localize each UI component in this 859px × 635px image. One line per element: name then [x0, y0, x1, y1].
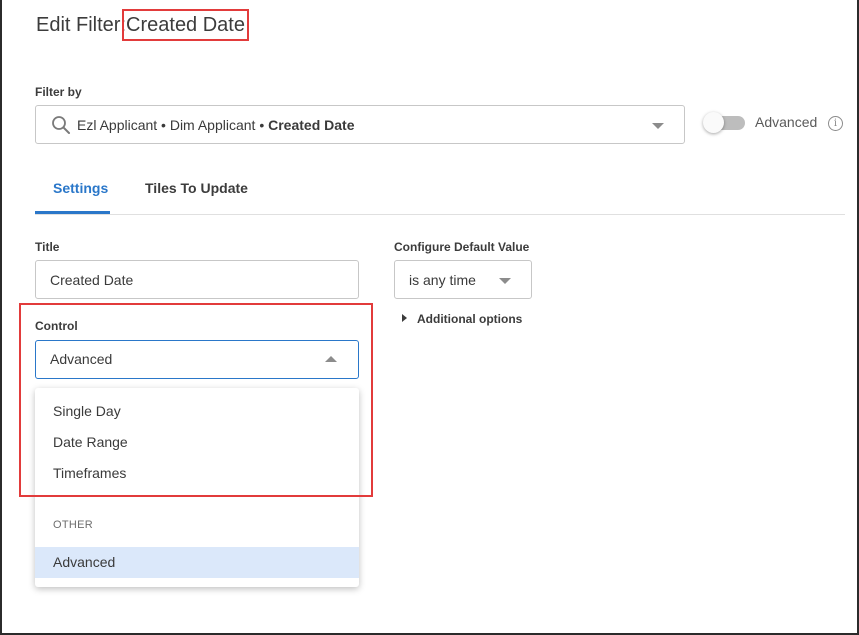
title-input[interactable]: Created Date — [35, 260, 359, 299]
dropdown-option-date-range[interactable]: Date Range — [35, 427, 359, 458]
additional-options-label: Additional options — [417, 312, 523, 326]
page-title-prefix: Edit Filter: — [36, 14, 127, 36]
control-label: Control — [35, 319, 78, 333]
toggle-knob — [703, 112, 724, 133]
filter-by-select[interactable]: Ezl Applicant • Dim Applicant • Created … — [35, 105, 685, 144]
filter-by-label: Filter by — [35, 85, 82, 99]
filter-by-path: Ezl Applicant • Dim Applicant • — [77, 117, 269, 133]
dropdown-group-label: OTHER — [53, 519, 93, 531]
tab-settings[interactable]: Settings — [53, 180, 108, 196]
chevron-up-icon — [325, 356, 337, 362]
control-select[interactable]: Advanced — [35, 340, 359, 379]
dropdown-option-timeframes[interactable]: Timeframes — [35, 458, 359, 489]
default-value-value: is any time — [409, 272, 476, 288]
search-icon — [52, 116, 70, 134]
default-value-select[interactable]: is any time — [394, 260, 532, 299]
tab-tiles-to-update[interactable]: Tiles To Update — [145, 180, 248, 196]
title-label: Title — [35, 240, 60, 254]
additional-options-toggle[interactable]: Additional options — [402, 312, 522, 326]
control-select-value: Advanced — [50, 351, 113, 367]
advanced-toggle-label: Advanced — [755, 114, 818, 130]
tabs-divider — [35, 214, 845, 215]
dropdown-option-advanced[interactable]: Advanced — [35, 547, 359, 578]
filter-by-field: Created Date — [268, 117, 355, 133]
default-value-label: Configure Default Value — [394, 240, 530, 254]
filter-by-value: Ezl Applicant • Dim Applicant • Created … — [77, 117, 355, 133]
control-dropdown-menu: Single Day Date Range Timeframes OTHER A… — [35, 388, 359, 587]
page-title: Edit Filter:Created Date — [36, 14, 245, 37]
chevron-down-icon — [652, 123, 664, 129]
advanced-toggle[interactable] — [703, 112, 745, 133]
chevron-down-icon — [499, 278, 511, 284]
dropdown-option-single-day[interactable]: Single Day — [35, 396, 359, 427]
title-input-value: Created Date — [50, 272, 134, 288]
page-title-filter-name: Created Date — [126, 14, 245, 36]
info-icon[interactable]: i — [828, 116, 843, 131]
caret-right-icon — [402, 314, 407, 322]
